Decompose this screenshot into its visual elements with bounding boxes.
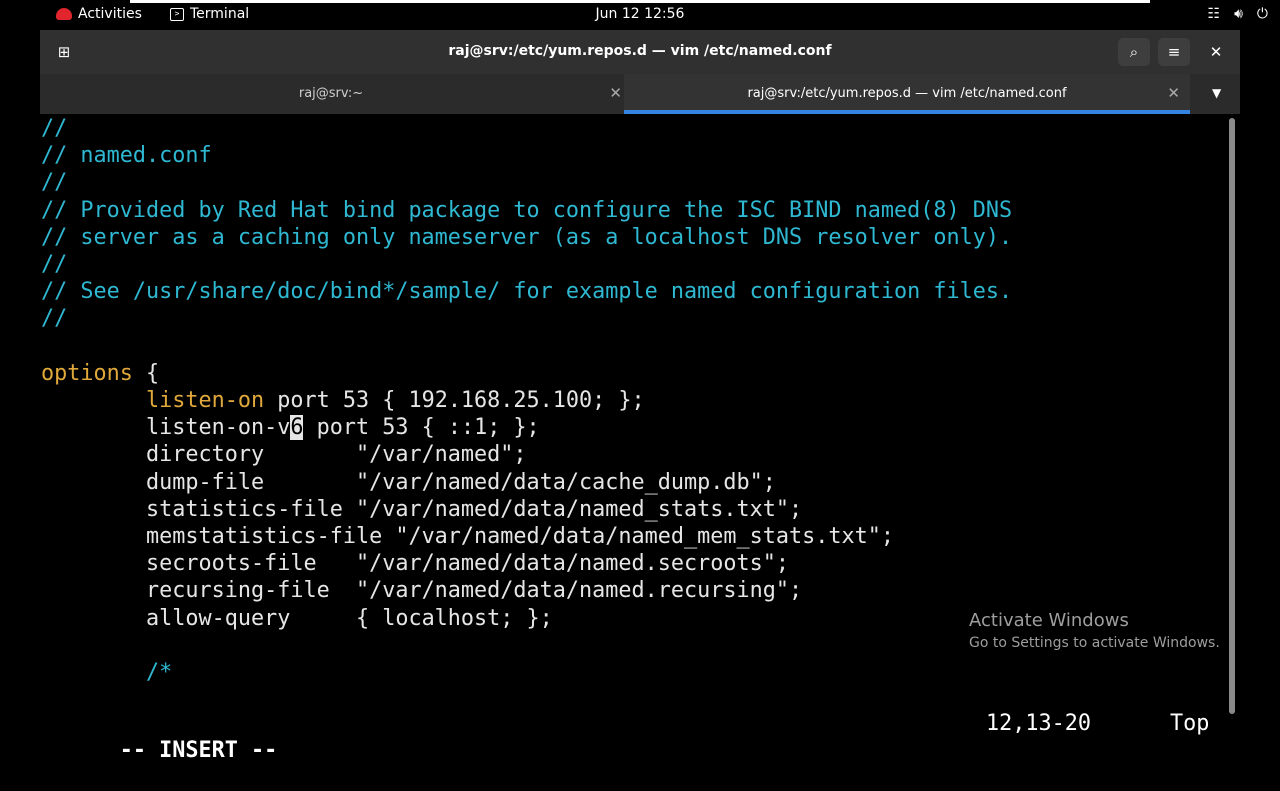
code-keyword: options	[41, 360, 133, 386]
clock[interactable]: Jun 12 12:56	[0, 6, 1280, 22]
code-comment: //	[41, 252, 68, 277]
editor-line: //	[41, 305, 67, 332]
volume-icon[interactable]: 🔊︎	[1234, 6, 1243, 22]
editor-line: listen-on port 53 { 192.168.25.100; };	[41, 387, 645, 414]
network-icon[interactable]: ☷	[1208, 6, 1221, 22]
watermark-subtitle: Go to Settings to activate Windows.	[969, 635, 1220, 651]
vim-status-line: -- INSERT --	[41, 710, 277, 763]
editor-line: statistics-file "/var/named/data/named_s…	[41, 496, 802, 523]
code-text: statistics-file "/var/named/data/named_s…	[145, 496, 803, 522]
editor-line: //	[41, 169, 67, 196]
hamburger-menu-icon: ≡	[1167, 43, 1181, 61]
window-title: raj@srv:/etc/yum.repos.d — vim /etc/name…	[448, 43, 832, 59]
code-text: port 53 { 192.168.25.100; };	[264, 388, 645, 413]
editor-line: /*	[41, 659, 172, 686]
search-icon: ⌕	[1129, 43, 1139, 61]
code-text: {	[132, 360, 160, 386]
editor-line: listen-on-v6 port 53 { ::1; };	[41, 414, 540, 441]
chevron-down-icon: ▼	[1212, 86, 1222, 100]
code-text: listen-on-v	[145, 415, 291, 441]
tab-close-icon[interactable]: ✕	[609, 84, 622, 102]
editor-line: directory "/var/named";	[41, 441, 527, 468]
editor-line: memstatistics-file "/var/named/data/name…	[41, 523, 894, 550]
code-comment: /*	[145, 660, 173, 685]
tab-label: raj@srv:/etc/yum.repos.d — vim /etc/name…	[747, 86, 1067, 101]
editor-line: // Provided by Red Hat bind package to c…	[41, 197, 1012, 224]
tab-vim-named-conf[interactable]: raj@srv:/etc/yum.repos.d — vim /etc/name…	[624, 74, 1190, 114]
code-comment: //	[41, 306, 68, 332]
code-text: allow-query { localhost; };	[145, 605, 553, 631]
code-text: port 53 { ::1; };	[303, 415, 540, 441]
code-text: recursing-file "/var/named/data/named.re…	[145, 578, 803, 604]
code-comment: // named.conf	[41, 143, 212, 169]
cursor-position: 12,13-20	[986, 711, 1091, 736]
editor-line: //	[41, 115, 67, 142]
code-text: secroots-file "/var/named/data/named.sec…	[145, 551, 790, 577]
scroll-indicator: Top	[1170, 711, 1210, 736]
code-text: dump-file "/var/named/data/cache_dump.db…	[145, 469, 776, 495]
power-icon[interactable]: ⏻	[1257, 6, 1268, 22]
menu-button[interactable]: ≡	[1158, 38, 1190, 66]
editor-line: // server as a caching only nameserver (…	[41, 224, 1012, 251]
close-icon: ✕	[1209, 43, 1223, 61]
system-tray[interactable]: ☷ 🔊︎ ⏻	[1208, 6, 1268, 22]
activate-windows-watermark: Activate Windows Go to Settings to activ…	[969, 610, 1220, 651]
code-comment: // See /usr/share/doc/bind*/sample/ for …	[41, 279, 1013, 305]
editor-line: //	[41, 251, 67, 278]
code-comment: // server as a caching only nameserver (…	[41, 224, 1013, 250]
editor-line: // See /usr/share/doc/bind*/sample/ for …	[41, 278, 1012, 305]
code-text: directory "/var/named";	[145, 442, 527, 468]
tab-list-dropdown[interactable]: ▼	[1212, 86, 1221, 100]
window-headerbar: ⊞ raj@srv:/etc/yum.repos.d — vim /etc/na…	[40, 30, 1240, 74]
search-button[interactable]: ⌕	[1118, 38, 1150, 66]
vim-mode: -- INSERT --	[119, 738, 278, 763]
editor-line: options {	[41, 360, 159, 387]
tab-label: raj@srv:~	[298, 86, 364, 101]
code-comment: //	[41, 116, 68, 141]
gnome-top-bar: Activities > Terminal Jun 12 12:56 ☷ 🔊︎ …	[0, 0, 1280, 30]
scrollbar[interactable]	[1226, 114, 1240, 720]
loading-indicator	[130, 0, 1150, 3]
code-comment: // Provided by Red Hat bind package to c…	[41, 197, 1013, 223]
code-comment: //	[41, 170, 68, 196]
scrollbar-thumb[interactable]	[1229, 118, 1235, 714]
editor-line: // named.conf	[41, 142, 212, 169]
tab-bar: raj@srv:~ ✕ raj@srv:/etc/yum.repos.d — v…	[40, 74, 1240, 114]
code-keyword: listen-on	[145, 388, 265, 413]
editor-line: secroots-file "/var/named/data/named.sec…	[41, 550, 789, 577]
watermark-title: Activate Windows	[969, 610, 1129, 631]
close-window-button[interactable]: ✕	[1200, 38, 1232, 66]
tab-close-icon[interactable]: ✕	[1167, 84, 1180, 102]
editor-line: recursing-file "/var/named/data/named.re…	[41, 577, 802, 604]
code-text: memstatistics-file "/var/named/data/name…	[145, 524, 894, 549]
text-cursor: 6	[290, 415, 304, 441]
editor-line: allow-query { localhost; };	[41, 605, 553, 632]
editor-line: dump-file "/var/named/data/cache_dump.db…	[41, 469, 776, 496]
tab-home[interactable]: raj@srv:~ ✕	[40, 74, 622, 114]
